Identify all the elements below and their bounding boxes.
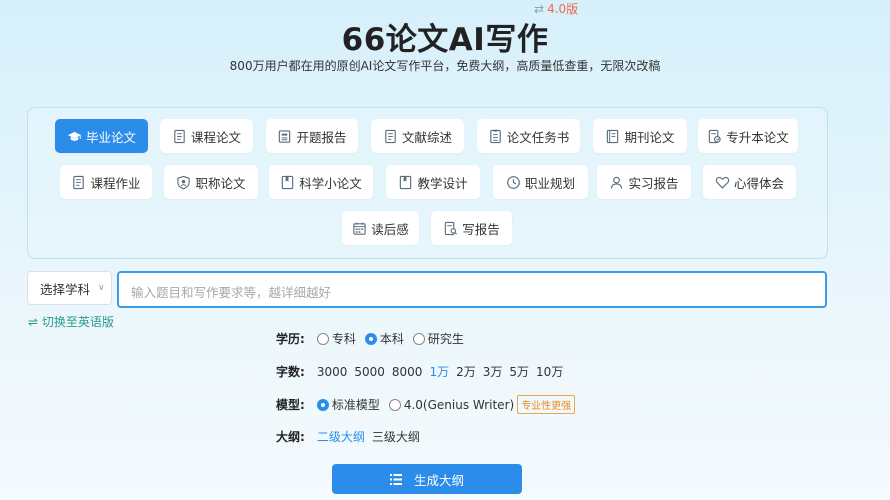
category-button[interactable]: 科学小论文 xyxy=(269,165,373,199)
shield-icon xyxy=(176,175,191,190)
subject-select[interactable]: 选择学科 ∨ xyxy=(27,271,112,305)
version-badge: ⇄ 4.0版 xyxy=(534,0,578,17)
outline-row: 大纲: 二级大纲 三级大纲 xyxy=(276,428,427,445)
category-label: 文献综述 xyxy=(401,129,452,145)
category-button[interactable]: 读后感 xyxy=(342,211,419,245)
generate-outline-button[interactable]: 生成大纲 xyxy=(332,464,522,494)
category-button[interactable]: 课程作业 xyxy=(60,165,152,199)
heart-icon xyxy=(715,175,730,190)
category-button[interactable]: 写报告 xyxy=(431,211,512,245)
document-icon xyxy=(383,129,398,144)
swap-icon: ⇄ xyxy=(534,2,545,16)
category-label: 课程作业 xyxy=(90,175,141,191)
clock-icon xyxy=(506,175,521,190)
education-label: 学历: xyxy=(276,332,305,346)
outline-label: 大纲: xyxy=(276,430,305,444)
category-label: 专升本论文 xyxy=(726,129,789,145)
header: 66论文AI写作 xyxy=(0,14,890,59)
task-list-icon xyxy=(488,129,503,144)
category-label: 写报告 xyxy=(462,221,500,237)
category-button[interactable]: 专升本论文 xyxy=(698,119,798,153)
category-button[interactable]: 心得体会 xyxy=(703,165,796,199)
pro-badge: 专业性更强 xyxy=(517,395,576,414)
category-label: 实习报告 xyxy=(628,175,679,191)
outline-option-level2[interactable]: 二级大纲 xyxy=(317,428,365,445)
category-label: 课程论文 xyxy=(190,129,241,145)
category-button[interactable]: 文献综述 xyxy=(371,119,464,153)
category-label: 读后感 xyxy=(371,221,409,237)
model-row: 模型: 标准模型 4.0(Genius Writer) 专业性更强 xyxy=(276,395,576,414)
page-title: 66论文AI写作 xyxy=(341,22,549,58)
outline-option-level3[interactable]: 三级大纲 xyxy=(372,428,420,445)
category-label: 职称论文 xyxy=(195,175,246,191)
category-button[interactable]: 职业规划 xyxy=(493,165,588,199)
radio-checked-icon xyxy=(364,332,377,345)
radio-icon xyxy=(316,332,329,345)
radio-checked-icon xyxy=(316,398,329,411)
category-button[interactable]: 教学设计 xyxy=(386,165,480,199)
radio-icon xyxy=(388,398,401,411)
document-icon xyxy=(71,175,86,190)
switch-language-link[interactable]: ⇌ 切换至英语版 xyxy=(28,313,114,330)
education-option-bachelor[interactable]: 本科 xyxy=(364,330,404,347)
category-label: 毕业论文 xyxy=(85,129,136,145)
subject-select-label: 选择学科 xyxy=(40,281,91,297)
category-label: 论文任务书 xyxy=(506,129,570,145)
education-option-graduate[interactable]: 研究生 xyxy=(412,330,464,347)
chevron-down-icon: ∨ xyxy=(98,283,105,293)
generate-outline-label: 生成大纲 xyxy=(413,473,464,488)
user-icon xyxy=(609,175,624,190)
category-button[interactable]: 职称论文 xyxy=(164,165,258,199)
word-count-row: 字数: 3000 5000 8000 1万 2万 3万 5万 10万 xyxy=(276,363,570,380)
category-button[interactable]: 开题报告 xyxy=(266,119,358,153)
category-label: 心得体会 xyxy=(733,175,784,191)
category-label: 科学小论文 xyxy=(299,175,362,191)
category-button[interactable]: 课程论文 xyxy=(160,119,253,153)
book-icon xyxy=(280,175,295,190)
model-option-standard[interactable]: 标准模型 xyxy=(316,396,380,413)
list-icon xyxy=(389,473,402,485)
journal-icon xyxy=(605,129,620,144)
model-option-genius[interactable]: 4.0(Genius Writer) xyxy=(388,398,514,412)
word-count-option[interactable]: 3万 xyxy=(483,363,503,380)
radio-icon xyxy=(412,332,425,345)
word-count-option-selected[interactable]: 1万 xyxy=(429,363,449,380)
calendar-icon xyxy=(352,221,367,236)
word-count-option[interactable]: 10万 xyxy=(536,363,563,380)
document-edit-icon xyxy=(707,129,722,144)
book-icon xyxy=(398,175,413,190)
category-button[interactable]: 毕业论文 xyxy=(55,119,148,153)
education-option-junior[interactable]: 专科 xyxy=(316,330,356,347)
topic-input[interactable] xyxy=(117,271,827,308)
version-label: 4.0版 xyxy=(547,2,579,16)
page-subtitle: 800万用户都在用的原创AI论文写作平台，免费大纲，高质量低查重，无限次改稿 xyxy=(229,59,661,73)
category-button[interactable]: 论文任务书 xyxy=(477,119,580,153)
word-count-option[interactable]: 3000 xyxy=(317,365,348,379)
report-icon xyxy=(277,129,292,144)
word-count-option[interactable]: 5000 xyxy=(354,365,385,379)
category-label: 教学设计 xyxy=(417,175,468,191)
category-button[interactable]: 期刊论文 xyxy=(593,119,687,153)
word-count-option[interactable]: 2万 xyxy=(456,363,476,380)
category-label: 开题报告 xyxy=(296,129,347,145)
word-count-option[interactable]: 8000 xyxy=(392,365,423,379)
document-icon xyxy=(172,129,187,144)
category-label: 职业规划 xyxy=(524,175,575,191)
category-button[interactable]: 实习报告 xyxy=(597,165,691,199)
word-count-option[interactable]: 5万 xyxy=(509,363,529,380)
word-count-label: 字数: xyxy=(276,365,305,379)
graduation-cap-icon xyxy=(67,129,82,144)
model-label: 模型: xyxy=(276,398,305,412)
document-search-icon xyxy=(443,221,458,236)
education-row: 学历: 专科 本科 研究生 xyxy=(276,330,473,347)
category-label: 期刊论文 xyxy=(624,129,675,145)
